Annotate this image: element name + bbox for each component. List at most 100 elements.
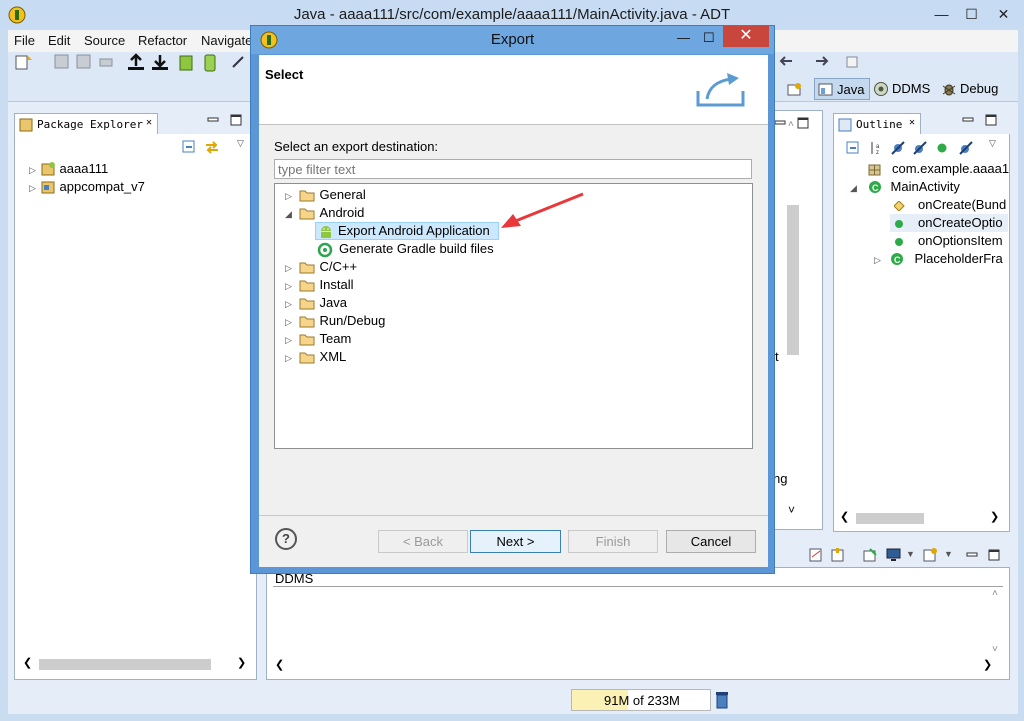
expand-arrow-icon[interactable]: ▷	[285, 263, 292, 273]
lint-icon[interactable]	[230, 54, 246, 70]
import-icon[interactable]	[126, 52, 146, 72]
expand-arrow-icon[interactable]: ▷	[874, 255, 881, 265]
scroll-up-icon[interactable]: ˄	[992, 588, 998, 599]
show-public-icon[interactable]	[936, 142, 948, 154]
scroll-down-icon[interactable]: ˅	[992, 644, 998, 655]
dialog-close-button[interactable]: ✕	[723, 26, 769, 47]
project-item-appcompat[interactable]: ▷ appcompat_v7	[29, 178, 145, 196]
outline-item-package[interactable]: com.example.aaaa1	[868, 160, 1009, 178]
tree-item-install[interactable]: ▷ Install	[285, 276, 354, 294]
outline-item-class[interactable]: ◢ C MainActivity	[850, 178, 960, 196]
collapse-all-icon[interactable]	[846, 141, 860, 155]
hide-static-icon[interactable]	[912, 140, 928, 156]
cancel-button[interactable]: Cancel	[666, 530, 756, 553]
scroll-up-icon[interactable]: ˄	[788, 119, 794, 130]
outline-item-method[interactable]: onCreate(Bund	[894, 196, 1006, 214]
scroll-left-icon[interactable]: ❮	[275, 658, 284, 671]
expand-arrow-icon[interactable]: ▷	[285, 317, 292, 327]
scroll-left-icon[interactable]: ❮	[840, 510, 849, 523]
scroll-left-icon[interactable]: ❮	[23, 656, 32, 669]
editor-scrollbar[interactable]: ˄ ˅	[785, 119, 801, 519]
horizontal-scrollbar[interactable]: ❮ ❯	[21, 656, 251, 672]
menu-edit[interactable]: Edit	[48, 33, 70, 48]
expand-arrow-icon[interactable]: ▷	[285, 335, 292, 345]
open-console-icon[interactable]	[922, 547, 938, 563]
clear-console-icon[interactable]	[808, 547, 824, 563]
outline-item-method[interactable]: onOptionsItem	[894, 232, 1003, 250]
minimize-view-icon[interactable]	[962, 114, 974, 124]
hide-local-types-icon[interactable]	[958, 140, 974, 156]
expand-arrow-icon[interactable]: ▷	[285, 191, 292, 201]
menu-navigate[interactable]: Navigate	[201, 33, 252, 48]
expand-arrow-icon[interactable]: ▷	[29, 165, 36, 175]
scroll-right-icon[interactable]: ❯	[237, 656, 246, 669]
scroll-thumb[interactable]	[39, 659, 211, 670]
tree-item-cpp[interactable]: ▷ C/C++	[285, 258, 357, 276]
open-perspective-icon[interactable]	[786, 82, 802, 98]
collapse-arrow-icon[interactable]: ◢	[285, 209, 292, 219]
dialog-maximize-button[interactable]: ☐	[703, 24, 715, 52]
hide-fields-icon[interactable]	[890, 140, 906, 156]
avd-manager-icon[interactable]	[202, 54, 218, 72]
expand-arrow-icon[interactable]: ▷	[285, 299, 292, 309]
android-sdk-manager-icon[interactable]	[178, 54, 194, 72]
help-button[interactable]: ?	[275, 528, 297, 550]
menu-source[interactable]: Source	[84, 33, 125, 48]
tree-item-run-debug[interactable]: ▷ Run/Debug	[285, 312, 385, 330]
link-with-editor-icon[interactable]	[204, 139, 220, 155]
export-destination-tree[interactable]: ▷ General ◢ Android Export Android Appli…	[274, 183, 753, 449]
print-icon[interactable]	[98, 54, 114, 70]
export-icon[interactable]	[150, 52, 170, 72]
menu-file[interactable]: File	[14, 33, 35, 48]
scroll-thumb[interactable]	[787, 205, 799, 355]
save-all-icon[interactable]	[76, 54, 92, 70]
close-tab-icon[interactable]: ✕	[146, 117, 152, 128]
horizontal-scrollbar[interactable]: ❮ ❯	[838, 510, 1008, 526]
maximize-view-icon[interactable]	[230, 114, 242, 126]
view-menu-icon[interactable]: ▽	[237, 138, 244, 149]
project-item-aaaa111[interactable]: ▷ aaaa111	[29, 160, 108, 178]
tree-item-general[interactable]: ▷ General	[285, 186, 366, 204]
next-button[interactable]: Next >	[470, 530, 561, 553]
tree-item-android[interactable]: ◢ Android	[285, 204, 364, 222]
maximize-view-icon[interactable]	[985, 114, 997, 126]
new-icon[interactable]	[14, 54, 34, 70]
menu-refactor[interactable]: Refactor	[138, 33, 187, 48]
tree-item-team[interactable]: ▷ Team	[285, 330, 351, 348]
display-console-icon[interactable]	[886, 547, 902, 563]
pin-editor-icon[interactable]	[844, 54, 860, 70]
scroll-thumb[interactable]	[856, 513, 924, 524]
tab-package-explorer[interactable]: Package Explorer ✕	[14, 113, 158, 135]
expand-arrow-icon[interactable]: ▷	[285, 281, 292, 291]
view-menu-icon[interactable]: ▽	[989, 138, 996, 149]
tree-item-generate-gradle[interactable]: Generate Gradle build files	[317, 240, 494, 258]
back-nav-icon[interactable]	[778, 54, 794, 68]
perspective-ddms[interactable]: DDMS	[872, 78, 934, 100]
collapse-arrow-icon[interactable]: ◢	[850, 183, 857, 193]
scroll-down-icon[interactable]: ˅	[788, 503, 795, 517]
outline-item-inner-class[interactable]: ▷ C PlaceholderFra	[874, 250, 1003, 268]
pin-console-icon[interactable]	[862, 547, 878, 563]
scroll-right-icon[interactable]: ❯	[990, 510, 999, 523]
minimize-view-icon[interactable]	[774, 117, 786, 127]
expand-arrow-icon[interactable]: ▷	[29, 183, 36, 193]
perspective-debug[interactable]: Debug	[940, 78, 1006, 100]
outline-item-method[interactable]: onCreateOptio	[890, 214, 1008, 232]
forward-nav-icon[interactable]	[814, 54, 830, 68]
heap-status[interactable]: 91M of 233M	[571, 689, 711, 711]
minimize-view-icon[interactable]	[966, 549, 978, 559]
close-tab-icon[interactable]: ✕	[909, 117, 915, 128]
filter-input[interactable]	[274, 159, 752, 179]
minimize-view-icon[interactable]	[207, 114, 219, 124]
save-icon[interactable]	[54, 54, 70, 70]
perspective-java[interactable]: Java	[814, 78, 870, 100]
tree-item-export-android-application[interactable]: Export Android Application	[315, 222, 499, 240]
collapse-all-icon[interactable]	[182, 140, 196, 154]
tab-outline[interactable]: Outline ✕	[833, 113, 921, 135]
finish-button[interactable]: Finish	[568, 530, 658, 553]
horizontal-scrollbar[interactable]: ❮ ❯	[273, 658, 1003, 674]
back-button[interactable]: < Back	[378, 530, 468, 553]
dropdown-arrow-icon[interactable]: ▼	[906, 549, 915, 559]
maximize-view-icon[interactable]	[988, 549, 1000, 561]
garbage-collect-icon[interactable]	[714, 690, 730, 710]
